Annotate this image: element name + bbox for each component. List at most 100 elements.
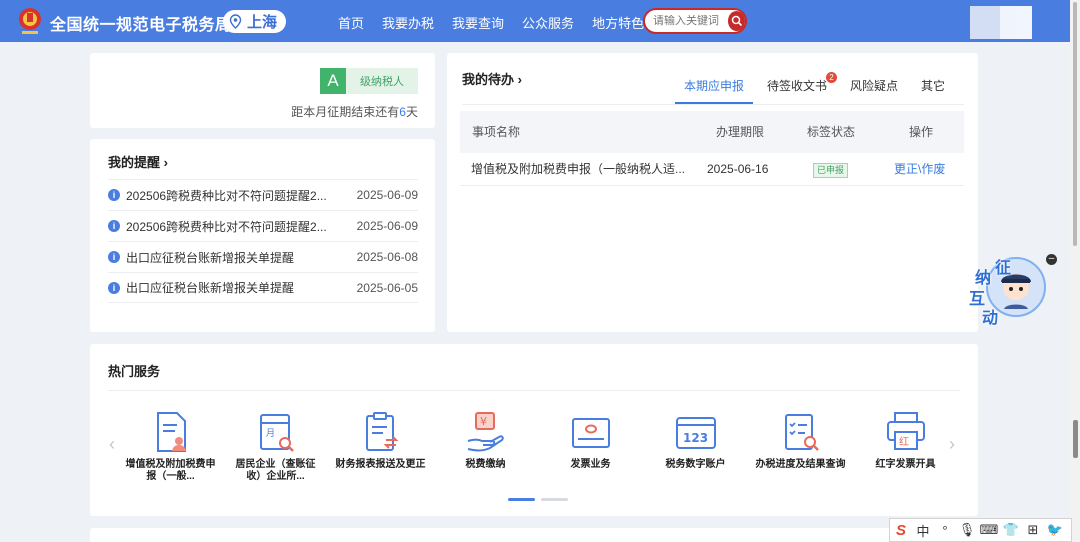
reminder-item[interactable]: i 出口应征税台账新增报关单提醒 2025-06-08 [108,241,418,272]
status-badge: 已申报 [813,163,849,178]
service-label: 增值税及附加税费申报（一般... [125,459,216,482]
info-icon: i [108,220,120,232]
service-label: 办税进度及结果查询 [755,459,846,470]
tab-other[interactable]: 其它 [912,79,954,104]
reminder-item[interactable]: i 202506跨税费种比对不符问题提醒2... 2025-06-09 [108,179,418,210]
ime-language-toggle[interactable]: 中 [912,521,934,540]
service-label: 红字发票开具 [875,459,936,470]
todo-tabs: 本期应申报 待签收文书 2 风险疑点 其它 [675,72,959,104]
hot-services-divider [108,390,960,391]
ime-punctuation-toggle[interactable]: ° [934,523,956,538]
tab-current-declaration[interactable]: 本期应申报 [675,79,754,104]
reminder-item[interactable]: i 出口应征税台账新增报关单提醒 2025-06-05 [108,272,418,303]
nav-local-feature[interactable]: 地方特色 [592,13,644,32]
search-input[interactable] [653,15,727,27]
svg-text:123: 123 [683,431,708,445]
service-digital-account[interactable]: 123 税务数字账户 [643,409,748,483]
service-label: 财务报表报送及更正 [335,459,426,470]
yuan-hand-icon: ¥ [467,412,504,452]
tab-pending-documents[interactable]: 待签收文书 2 [758,72,838,104]
checklist-search-icon [784,414,819,451]
tab-label: 风险疑点 [850,79,899,93]
tab-label: 待签收文书 [767,79,828,93]
service-red-invoice[interactable]: 红 红字发票开具 [853,409,958,483]
todo-table-header: 事项名称 办理期限 标签状态 操作 [460,111,964,153]
reminder-date: 2025-06-05 [356,280,418,295]
carousel-prev-arrow[interactable]: ‹ [109,434,115,455]
nav-query[interactable]: 我要查询 [452,13,504,32]
hot-services-card: 热门服务 ‹ › 增值税及附加税费申报（一般... 月 居民企业（查账征收）企业… [90,344,978,516]
credit-grade-badge: A 级纳税人 [320,68,418,94]
digital-account-icon: 123 [675,417,716,449]
reminder-text: 出口应征税台账新增报关单提醒 [126,250,295,265]
svg-text:红: 红 [899,435,909,448]
svg-text:月: 月 [266,428,275,439]
reminder-text: 出口应征税台账新增报关单提醒 [126,281,295,295]
service-vat-declaration[interactable]: 增值税及附加税费申报（一般... [118,409,223,483]
service-tax-payment[interactable]: ¥ 税费缴纳 [433,409,538,483]
taxpayer-card: A 级纳税人 距本月征期结束还有6天 [90,53,435,128]
calendar-search-icon: 月 [259,414,294,452]
hot-services-list: 增值税及附加税费申报（一般... 月 居民企业（查账征收）企业所... 财务报表… [118,409,958,483]
toolbox-icon[interactable]: ⊞ [1022,522,1044,538]
reminder-text: 202506跨税费种比对不符问题提醒2... [126,219,327,234]
location-pin-icon [229,14,242,29]
mascot-char: 征 [995,260,1012,277]
carousel-dots [508,498,574,501]
carousel-dot[interactable] [541,498,568,501]
nav-tax-handling[interactable]: 我要办税 [382,13,434,32]
reminders-card: 我的提醒 › i 202506跨税费种比对不符问题提醒2... 2025-06-… [90,139,435,332]
next-section-card [90,528,978,542]
invoice-icon [571,418,610,448]
skin-icon[interactable]: 👕 [1000,522,1022,538]
nav-public-service[interactable]: 公众服务 [522,13,574,32]
search-box [643,8,747,34]
nav-home[interactable]: 首页 [338,13,364,32]
reminders-title[interactable]: 我的提醒 › [108,152,168,171]
minimize-mascot-button[interactable]: – [1046,254,1057,265]
ime-logo-icon[interactable]: S [890,522,912,539]
region-label: 上海 [247,14,278,31]
service-label: 税务数字账户 [665,459,726,470]
service-corporate-income-tax[interactable]: 月 居民企业（查账征收）企业所... [223,409,328,483]
col-item-name: 事项名称 [472,125,521,139]
reminder-date: 2025-06-08 [356,250,418,264]
interaction-mascot[interactable]: 征 纳 互 动 – [969,254,1059,327]
info-icon: i [108,281,120,294]
search-button[interactable] [728,11,745,31]
scrollbar-thumb-secondary[interactable] [1073,420,1078,458]
count-badge: 2 [826,72,838,83]
ime-mascot-icon[interactable]: 🐦 [1044,522,1066,538]
service-label: 税费缴纳 [465,459,506,470]
user-avatar[interactable] [970,6,1032,39]
declaration-doc-icon [156,412,186,452]
tax-period-countdown: 距本月征期结束还有6天 [291,103,418,120]
clipboard-exchange-icon [365,412,398,451]
region-selector[interactable]: 上海 [223,10,286,33]
microphone-icon[interactable]: 🎙 [956,522,978,538]
carousel-dot-active[interactable] [508,498,535,501]
scrollbar-thumb[interactable] [1073,2,1077,246]
tab-divider [462,104,964,105]
col-status: 标签状态 [807,125,856,139]
row-item-name: 增值税及附加税费申报（一般纳税人适... [471,162,686,176]
col-deadline: 办理期限 [716,125,765,139]
service-progress-query[interactable]: 办税进度及结果查询 [748,409,853,483]
keyboard-icon[interactable]: ⌨ [978,522,1000,538]
info-icon: i [108,189,120,201]
main-nav: 首页 我要办税 我要查询 公众服务 地方特色 [338,13,662,32]
reminder-item[interactable]: i 202506跨税费种比对不符问题提醒2... 2025-06-09 [108,210,418,241]
countdown-days: 6 [399,105,406,119]
hot-services-title: 热门服务 [108,364,161,379]
correct-void-link[interactable]: 更正\作废 [894,153,945,186]
tab-risk-points[interactable]: 风险疑点 [841,79,907,104]
todo-title[interactable]: 我的待办 › [462,69,522,88]
reminder-date: 2025-06-09 [356,188,418,202]
service-financial-statements[interactable]: 财务报表报送及更正 [328,409,433,483]
site-title[interactable]: 全国统一规范电子税务局 [50,11,232,35]
reminder-text: 202506跨税费种比对不符问题提醒2... [126,188,327,203]
svg-text:¥: ¥ [480,415,487,428]
credit-grade-letter: A [320,68,346,94]
service-invoice-business[interactable]: 发票业务 [538,409,643,483]
ime-toolbar: S 中 ° 🎙 ⌨ 👕 ⊞ 🐦 [889,518,1072,542]
